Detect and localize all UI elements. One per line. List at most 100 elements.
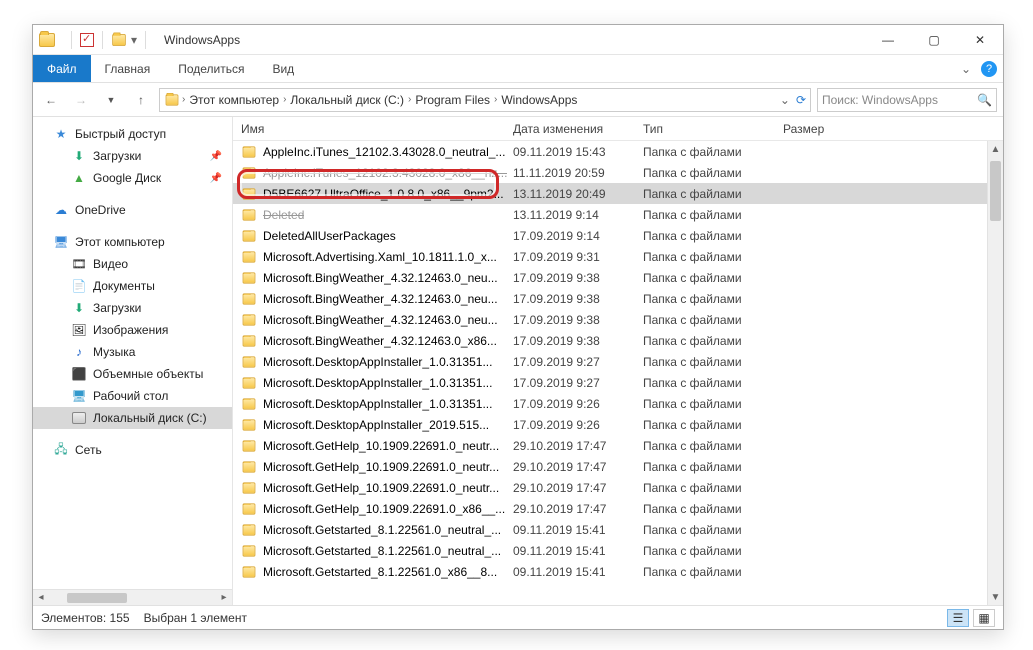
chevron-right-icon[interactable]: › [283,94,286,105]
search-input[interactable]: Поиск: WindowsApps 🔍 [817,88,997,112]
chevron-right-icon[interactable]: › [494,94,497,105]
chevron-right-icon[interactable]: › [408,94,411,105]
recent-dropdown[interactable]: ▼ [99,88,123,112]
maximize-button[interactable]: ▢ [911,25,957,55]
file-name: Microsoft.BingWeather_4.32.12463.0_neu..… [263,271,498,285]
table-row[interactable]: Microsoft.BingWeather_4.32.12463.0_neu..… [233,288,1003,309]
sidebar-item-music[interactable]: ♪Музыка [33,341,232,363]
folder-icon [243,293,256,304]
col-date[interactable]: Дата изменения [513,122,643,136]
folder-icon [243,377,256,388]
help-icon[interactable]: ? [981,61,997,77]
sidebar-item-video[interactable]: 🎞Видео [33,253,232,275]
crumb-windowsapps[interactable]: WindowsApps [499,93,579,107]
ribbon-tab-file[interactable]: Файл [33,55,91,82]
scroll-up-icon[interactable]: ▲ [988,141,1003,157]
address-bar[interactable]: › Этот компьютер › Локальный диск (C:) ›… [159,88,811,112]
ribbon-expand-icon[interactable]: ⌄ [961,62,971,76]
sidebar-item-downloads2[interactable]: ⬇Загрузки [33,297,232,319]
nav-horizontal-scrollbar[interactable]: ◂▸ [33,589,232,605]
file-date: 17.09.2019 9:38 [513,313,643,327]
address-folder-icon [166,94,179,105]
column-headers[interactable]: Имя Дата изменения Тип Размер [233,117,1003,141]
sidebar-item-localdisk[interactable]: Локальный диск (C:) [33,407,232,429]
table-row[interactable]: Microsoft.GetHelp_10.1909.22691.0_neutr.… [233,456,1003,477]
sidebar-item-images[interactable]: 🖼Изображения [33,319,232,341]
ribbon-tab-home[interactable]: Главная [91,55,165,82]
forward-button[interactable]: → [69,88,93,112]
download-icon: ⬇ [71,300,87,316]
status-bar: Элементов: 155 Выбран 1 элемент ☰ ▦ [33,605,1003,629]
navigation-pane[interactable]: ★Быстрый доступ ⬇Загрузки📌 ▲Google Диск📌… [33,117,233,605]
sidebar-item-gdrive[interactable]: ▲Google Диск📌 [33,167,232,189]
cloud-icon: ☁ [53,202,69,218]
view-large-button[interactable]: ▦ [973,609,995,627]
table-row[interactable]: DeletedAllUserPackages17.09.2019 9:14Пап… [233,225,1003,246]
folder-icon [243,335,256,346]
view-details-button[interactable]: ☰ [947,609,969,627]
close-button[interactable]: ✕ [957,25,1003,55]
sidebar-network[interactable]: 🖧Сеть [33,439,232,461]
crumb-programfiles[interactable]: Program Files [413,93,492,107]
table-row[interactable]: D5BE6627.UltraOffice_1.0.8.0_x86__9pm2..… [233,183,1003,204]
sidebar-item-3d[interactable]: ⬛Объемные объекты [33,363,232,385]
file-date: 17.09.2019 9:26 [513,418,643,432]
qat-properties-icon[interactable] [80,33,94,47]
folder-icon [243,566,256,577]
quick-access-toolbar: ▾ [67,31,150,49]
pin-icon: 📌 [210,151,222,162]
col-type[interactable]: Тип [643,122,783,136]
crumb-thispc[interactable]: Этот компьютер [187,93,281,107]
sidebar-item-desktop[interactable]: 🖥Рабочий стол [33,385,232,407]
folder-icon [243,146,256,157]
table-row[interactable]: Microsoft.GetHelp_10.1909.22691.0_x86__.… [233,498,1003,519]
table-row[interactable]: Microsoft.Advertising.Xaml_10.1811.1.0_x… [233,246,1003,267]
file-date: 17.09.2019 9:27 [513,376,643,390]
file-type: Папка с файлами [643,481,783,495]
vertical-scrollbar[interactable]: ▲ ▼ [987,141,1003,605]
table-row[interactable]: Microsoft.BingWeather_4.32.12463.0_x86..… [233,330,1003,351]
table-row[interactable]: Microsoft.GetHelp_10.1909.22691.0_neutr.… [233,435,1003,456]
table-row[interactable]: Deleted13.11.2019 9:14Папка с файлами [233,204,1003,225]
table-row[interactable]: Microsoft.DesktopAppInstaller_2019.515..… [233,414,1003,435]
table-row[interactable]: AppleInc.iTunes_12102.3.43028.0_x86__nz.… [233,162,1003,183]
table-row[interactable]: Microsoft.DesktopAppInstaller_1.0.31351.… [233,372,1003,393]
address-dropdown-icon[interactable]: ⌄ [780,93,790,107]
crumb-localdisk[interactable]: Локальный диск (C:) [288,93,406,107]
scroll-thumb[interactable] [990,161,1001,221]
table-row[interactable]: Microsoft.BingWeather_4.32.12463.0_neu..… [233,267,1003,288]
table-row[interactable]: Microsoft.Getstarted_8.1.22561.0_x86__8.… [233,561,1003,582]
table-row[interactable]: AppleInc.iTunes_12102.3.43028.0_neutral_… [233,141,1003,162]
refresh-icon[interactable]: ⟳ [796,93,806,107]
ribbon-tab-share[interactable]: Поделиться [164,55,258,82]
file-type: Папка с файлами [643,208,783,222]
sidebar-thispc[interactable]: 🖥Этот компьютер [33,231,232,253]
col-size[interactable]: Размер [783,122,863,136]
folder-icon [243,209,256,220]
sidebar-item-documents[interactable]: 📄Документы [33,275,232,297]
minimize-button[interactable]: — [865,25,911,55]
up-button[interactable]: ↑ [129,88,153,112]
table-row[interactable]: Microsoft.DesktopAppInstaller_1.0.31351.… [233,351,1003,372]
file-name: Microsoft.BingWeather_4.32.12463.0_x86..… [263,334,497,348]
table-row[interactable]: Microsoft.DesktopAppInstaller_1.0.31351.… [233,393,1003,414]
table-row[interactable]: Microsoft.GetHelp_10.1909.22691.0_neutr.… [233,477,1003,498]
images-icon: 🖼 [71,322,87,338]
back-button[interactable]: ← [39,88,63,112]
sidebar-quick-access[interactable]: ★Быстрый доступ [33,123,232,145]
sidebar-onedrive[interactable]: ☁OneDrive [33,199,232,221]
scroll-down-icon[interactable]: ▼ [988,589,1003,605]
table-row[interactable]: Microsoft.Getstarted_8.1.22561.0_neutral… [233,519,1003,540]
ribbon-tab-view[interactable]: Вид [258,55,308,82]
folder-icon [243,503,256,514]
chevron-right-icon[interactable]: › [182,94,185,105]
qat-open-icon[interactable] [112,34,126,46]
folder-icon [243,272,256,283]
file-list[interactable]: AppleInc.iTunes_12102.3.43028.0_neutral_… [233,141,1003,605]
sidebar-item-downloads[interactable]: ⬇Загрузки📌 [33,145,232,167]
table-row[interactable]: Microsoft.BingWeather_4.32.12463.0_neu..… [233,309,1003,330]
qat-dropdown-icon[interactable]: ▾ [131,33,137,47]
download-icon: ⬇ [71,148,87,164]
table-row[interactable]: Microsoft.Getstarted_8.1.22561.0_neutral… [233,540,1003,561]
col-name[interactable]: Имя [241,122,513,136]
